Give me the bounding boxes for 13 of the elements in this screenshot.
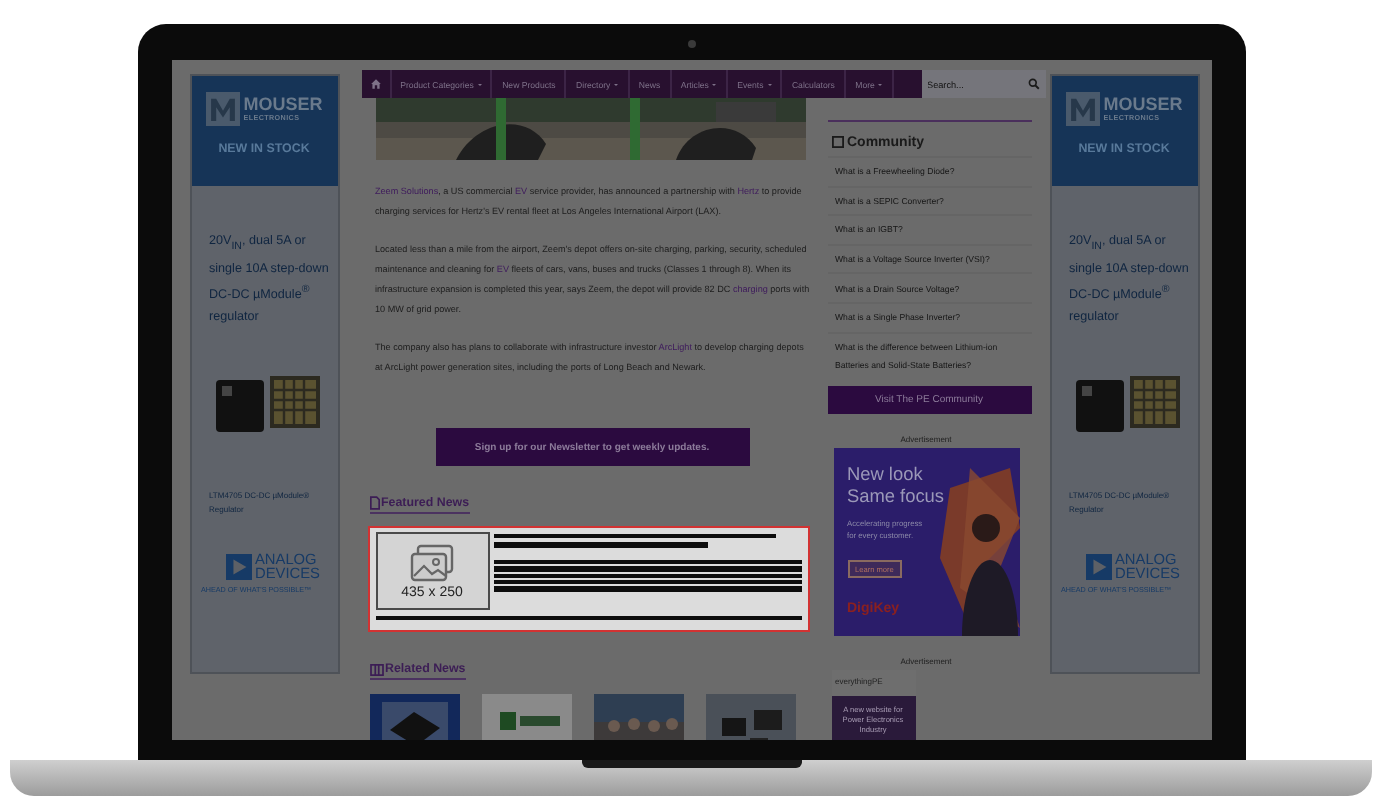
document-icon (369, 496, 379, 510)
image-icon (408, 543, 456, 583)
search-icon (1027, 78, 1039, 90)
home-icon (369, 78, 381, 90)
brand-name: MOUSER (1103, 95, 1183, 113)
brand-name: MOUSER (243, 95, 323, 113)
ad-headline: New look (847, 464, 923, 487)
mouser-logo-icon (205, 92, 240, 126)
ad-headline: Same focus (847, 486, 945, 509)
camera-lens-icon (687, 40, 695, 48)
mouser-logo-icon (1065, 92, 1100, 126)
grid-icon (369, 663, 383, 675)
square-icon (831, 136, 843, 148)
